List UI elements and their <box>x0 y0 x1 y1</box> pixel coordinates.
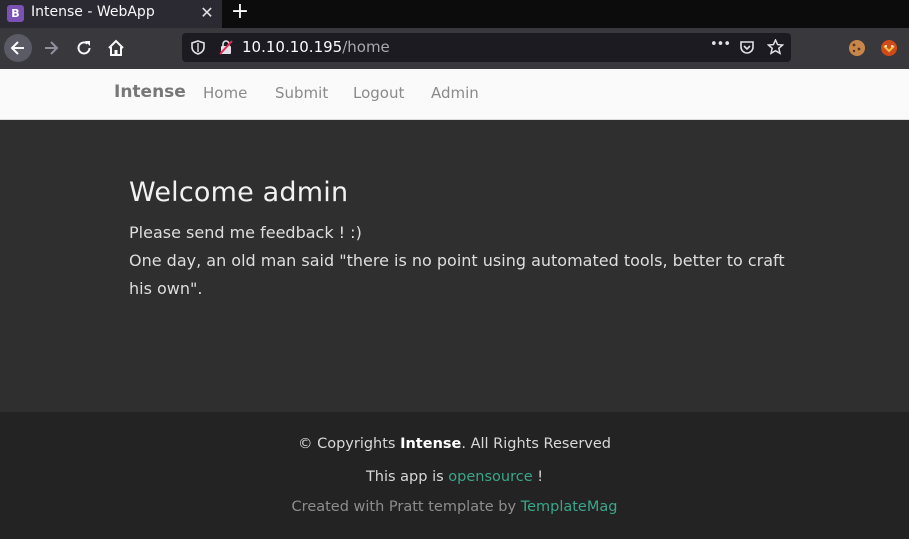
welcome-heading: Welcome admin <box>129 177 349 208</box>
credits-prefix: Created with Pratt template by <box>291 499 521 515</box>
feedback-text: Please send me feedback ! :) <box>129 223 362 242</box>
site-navbar: Intense Home Submit Logout Admin <box>0 69 909 120</box>
nav-link-submit[interactable]: Submit <box>275 84 328 102</box>
tracking-protection-shield-icon[interactable] <box>191 40 205 55</box>
copyright-line: © Copyrights Intense. All Rights Reserve… <box>0 436 909 452</box>
home-icon <box>108 39 124 56</box>
opensource-link[interactable]: opensource <box>448 469 532 485</box>
nav-link-home[interactable]: Home <box>203 84 247 102</box>
browser-tab-bar: B Intense - WebApp ✕ + <box>0 0 909 28</box>
copyright-brand: Intense <box>400 436 462 452</box>
close-tab-icon[interactable]: ✕ <box>198 2 216 24</box>
footer: © Copyrights Intense. All Rights Reserve… <box>0 412 909 539</box>
navbar-brand[interactable]: Intense <box>114 82 186 102</box>
url-host: 10.10.10.195 <box>242 38 343 56</box>
forward-arrow-icon <box>45 41 59 55</box>
new-tab-button[interactable]: + <box>228 0 252 26</box>
reload-icon <box>77 41 91 55</box>
bootstrap-favicon-icon: B <box>7 5 24 22</box>
opensource-line: This app is opensource ! <box>0 469 909 485</box>
quote-text: One day, an old man said "there is no po… <box>129 251 785 298</box>
page-actions-menu-icon[interactable]: ••• <box>710 37 731 52</box>
browser-toolbar: 10.10.10.195/home ••• <box>0 28 909 69</box>
copyright-suffix: . All Rights Reserved <box>461 436 612 452</box>
hero-section: Welcome admin Please send me feedback ! … <box>0 120 909 412</box>
templatemag-link[interactable]: TemplateMag <box>521 499 618 515</box>
browser-tab[interactable]: B Intense - WebApp ✕ <box>0 0 222 28</box>
credits-line: Created with Pratt template by TemplateM… <box>0 499 909 515</box>
home-button[interactable] <box>102 34 130 62</box>
copyright-prefix: © Copyrights <box>297 436 401 452</box>
url-bar[interactable]: 10.10.10.195/home ••• <box>182 33 791 62</box>
back-button[interactable] <box>4 34 32 62</box>
nav-link-logout[interactable]: Logout <box>353 84 404 102</box>
url-path: /home <box>342 38 390 56</box>
forward-button[interactable] <box>37 34 65 62</box>
reload-button[interactable] <box>70 34 98 62</box>
back-arrow-icon <box>10 41 24 55</box>
url-text[interactable]: 10.10.10.195/home <box>242 38 390 56</box>
opensource-suffix: ! <box>532 469 544 485</box>
cookie-extension-icon[interactable] <box>848 39 866 57</box>
foxyproxy-extension-icon[interactable] <box>879 38 899 58</box>
tab-title: Intense - WebApp <box>31 4 155 20</box>
bookmark-star-icon[interactable] <box>767 39 784 55</box>
nav-link-admin[interactable]: Admin <box>431 84 479 102</box>
opensource-prefix: This app is <box>365 469 449 485</box>
insecure-lock-icon[interactable] <box>219 40 233 55</box>
pocket-icon[interactable] <box>739 40 755 55</box>
